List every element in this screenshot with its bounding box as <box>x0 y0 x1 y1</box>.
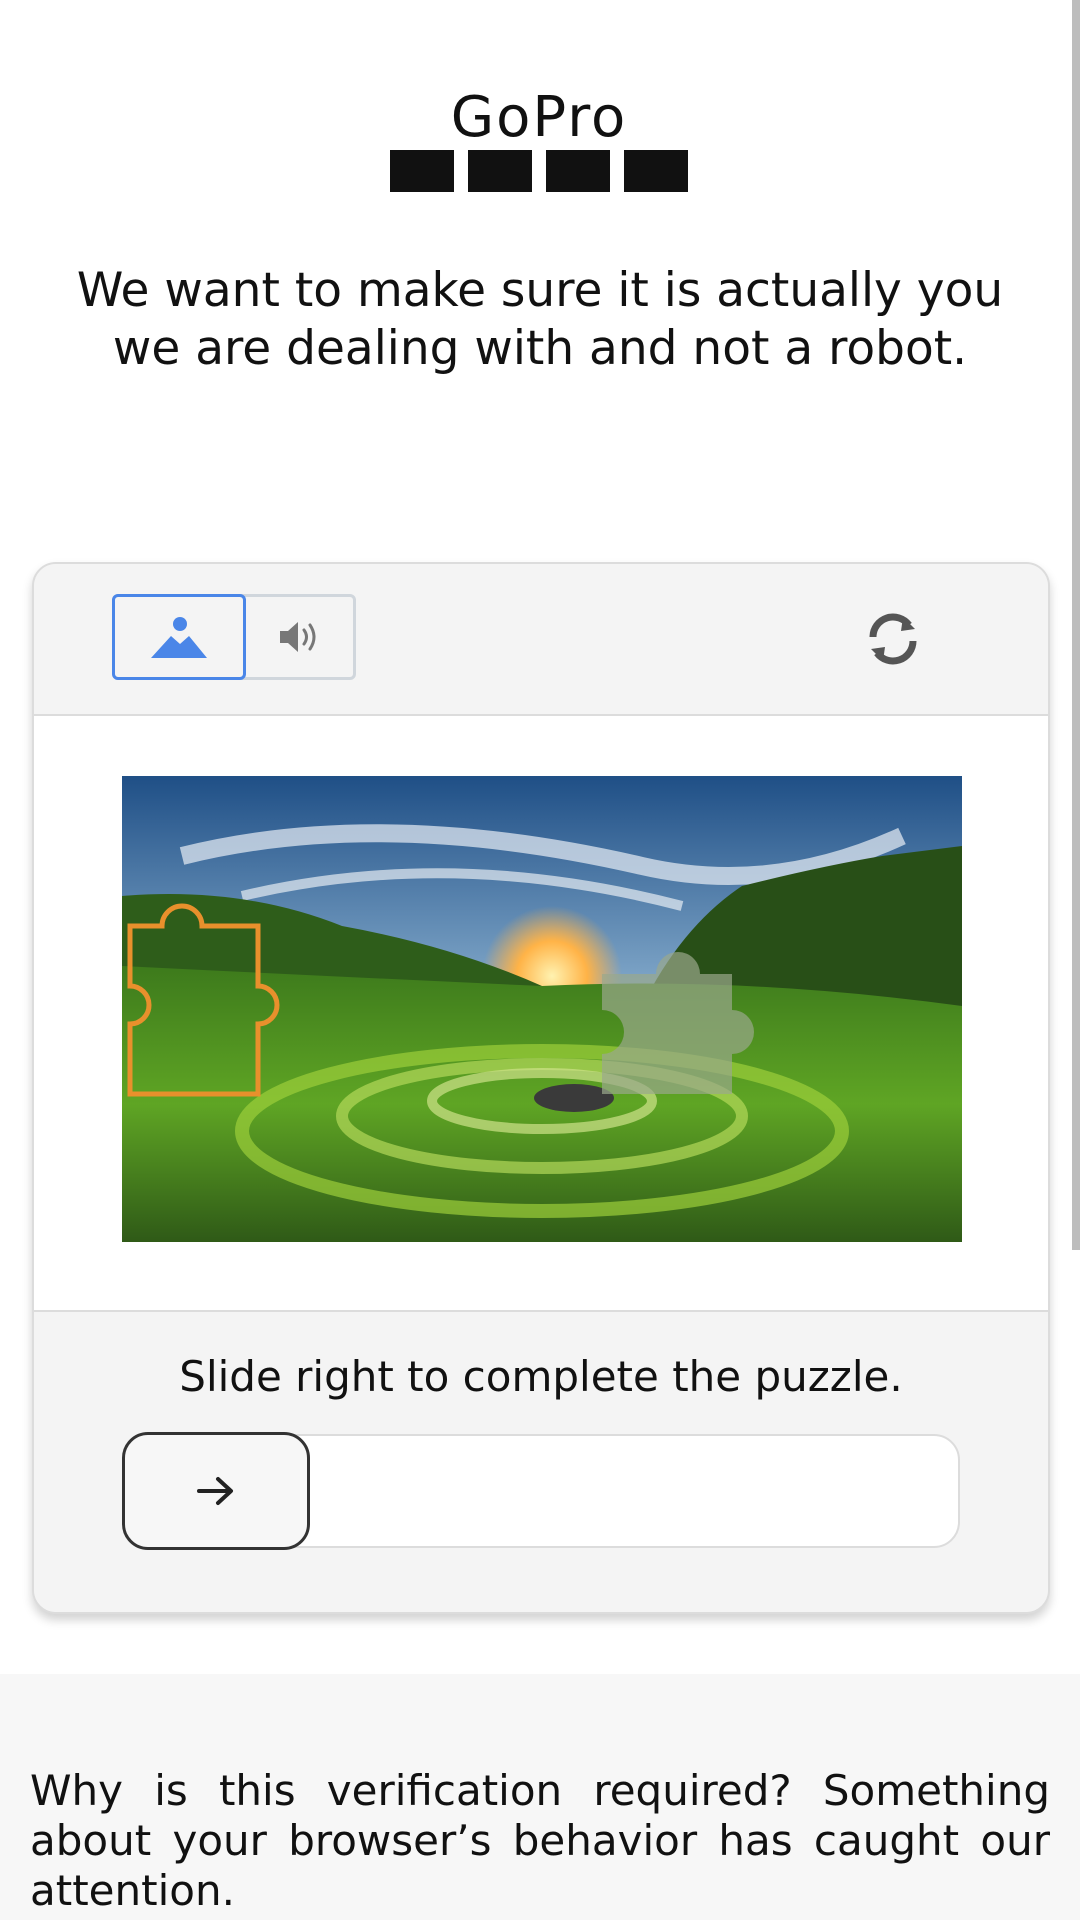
verification-explanation: Why is this verification required? Somet… <box>30 1766 1050 1915</box>
image-icon <box>151 617 207 658</box>
refresh-icon <box>869 613 917 665</box>
logo-wordmark: GoPro <box>450 85 628 150</box>
captcha-widget: Slide right to complete the puzzle. <box>32 562 1050 1614</box>
challenge-mode-toggle <box>112 594 356 680</box>
speaker-icon <box>280 622 316 652</box>
page-headline: We want to make sure it is actually you … <box>76 263 1004 376</box>
captcha-header <box>34 564 1048 716</box>
scrollbar[interactable] <box>1072 0 1080 1250</box>
explanation-section: Why is this verification required? Somet… <box>0 1674 1080 1920</box>
captcha-footer: Slide right to complete the puzzle. <box>34 1312 1048 1612</box>
audio-mode-button[interactable] <box>249 597 353 677</box>
slider-instruction: Slide right to complete the puzzle. <box>179 1352 903 1401</box>
gopro-logo: GoPro <box>386 88 692 198</box>
page: GoPro We want to make sure it is actuall… <box>0 0 1080 1920</box>
arrow-right-icon <box>197 1477 233 1505</box>
captcha-body <box>34 716 1048 1312</box>
logo-blocks <box>390 150 688 192</box>
image-mode-button[interactable] <box>112 594 246 680</box>
puzzle-image <box>122 776 962 1242</box>
refresh-button[interactable] <box>860 606 926 672</box>
slider-handle[interactable] <box>122 1432 310 1550</box>
